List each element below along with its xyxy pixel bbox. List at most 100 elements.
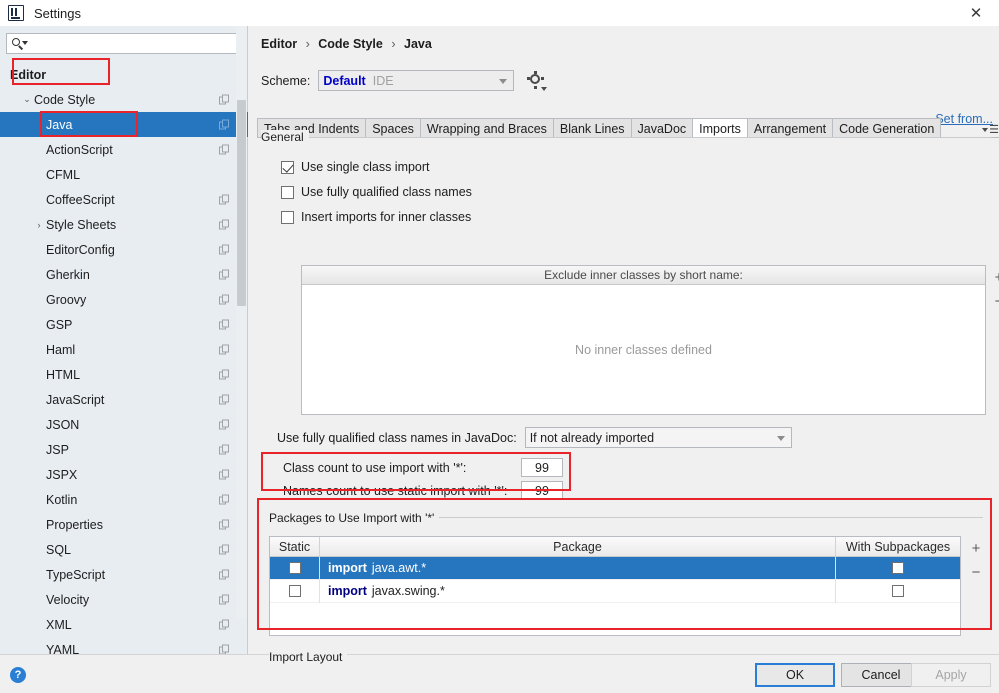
static-checkbox[interactable] (288, 562, 301, 574)
copy-icon[interactable] (219, 344, 230, 355)
sidebar-item-coffeescript[interactable]: CoffeeScript (0, 187, 248, 212)
remove-exclude-button[interactable]: − (988, 289, 999, 313)
copy-icon[interactable] (219, 469, 230, 480)
copy-icon[interactable] (219, 244, 230, 255)
sidebar-scrollbar[interactable] (236, 26, 247, 618)
sidebar-item-sql[interactable]: SQL (0, 537, 248, 562)
tab-imports[interactable]: Imports (692, 118, 748, 138)
scheme-dropdown[interactable]: Default IDE (318, 70, 515, 91)
copy-icon[interactable] (219, 294, 230, 305)
chevron-down-icon[interactable]: ⌄ (20, 94, 34, 105)
checkbox-box[interactable] (281, 210, 294, 224)
copy-icon[interactable] (219, 444, 230, 455)
sidebar-item-xml[interactable]: XML (0, 612, 248, 637)
tab-spaces[interactable]: Spaces (365, 118, 421, 138)
checkbox-use-single-class-import[interactable]: Use single class import (281, 160, 430, 174)
table-row[interactable]: import java.awt.* (270, 556, 960, 580)
static-checkbox-cell[interactable] (270, 579, 320, 603)
column-header-static[interactable]: Static (270, 537, 320, 556)
sidebar-item-gherkin[interactable]: Gherkin (0, 262, 248, 287)
ok-button[interactable]: OK (755, 663, 835, 687)
gear-icon[interactable] (526, 71, 548, 91)
sidebar-item-kotlin[interactable]: Kotlin (0, 487, 248, 512)
copy-icon[interactable] (219, 144, 230, 155)
sidebar-item-javascript[interactable]: JavaScript (0, 387, 248, 412)
breadcrumb-editor[interactable]: Editor (261, 37, 297, 51)
sidebar-item-java[interactable]: Java (0, 112, 248, 137)
static-checkbox[interactable] (288, 585, 301, 597)
package-cell[interactable]: import java.awt.* (320, 556, 836, 580)
sidebar-item-haml[interactable]: Haml (0, 337, 248, 362)
breadcrumb-code-style[interactable]: Code Style (318, 37, 383, 51)
sidebar-item-code-style[interactable]: ⌄ Code Style (0, 87, 248, 112)
breadcrumb-java[interactable]: Java (404, 37, 432, 51)
copy-icon[interactable] (219, 219, 230, 230)
tab-code-generation[interactable]: Code Generation (832, 118, 942, 138)
copy-icon[interactable] (219, 94, 230, 105)
copy-icon[interactable] (219, 619, 230, 630)
column-header-with-subpackages[interactable]: With Subpackages (836, 537, 960, 556)
checkbox-insert-imports-for-inner-classes[interactable]: Insert imports for inner classes (281, 210, 471, 224)
import-count-group: Class count to use import with '*': 99 N… (277, 456, 592, 500)
copy-icon[interactable] (219, 644, 230, 654)
checkbox-box[interactable] (281, 185, 294, 199)
packages-table[interactable]: Static Package With Subpackages import ja… (269, 536, 961, 636)
copy-icon[interactable] (219, 419, 230, 430)
sidebar-item-jspx[interactable]: JSPX (0, 462, 248, 487)
package-cell[interactable]: import javax.swing.* (320, 579, 836, 603)
chevron-right-icon[interactable]: › (32, 220, 46, 230)
copy-icon[interactable] (219, 494, 230, 505)
checkbox-box[interactable] (281, 160, 294, 174)
search-input[interactable] (31, 35, 241, 52)
static-checkbox-cell[interactable] (270, 556, 320, 580)
sidebar-item-json[interactable]: JSON (0, 412, 248, 437)
sidebar-item-yaml[interactable]: YAML (0, 637, 248, 654)
close-icon[interactable]: ✕ (953, 0, 999, 26)
with-subpackages-checkbox[interactable] (892, 562, 904, 574)
sidebar-item-properties[interactable]: Properties (0, 512, 248, 537)
sidebar-item-gsp[interactable]: GSP (0, 312, 248, 337)
copy-icon[interactable] (219, 594, 230, 605)
tab-arrangement[interactable]: Arrangement (746, 118, 834, 138)
tab-javadoc[interactable]: JavaDoc (630, 118, 694, 138)
copy-icon[interactable] (219, 369, 230, 380)
sidebar-item-velocity[interactable]: Velocity (0, 587, 248, 612)
sidebar-item-cfml[interactable]: CFML (0, 162, 248, 187)
with-subpackages-checkbox-cell[interactable] (836, 557, 960, 580)
tab-wrapping-and-braces[interactable]: Wrapping and Braces (419, 118, 554, 138)
cancel-button[interactable]: Cancel (841, 663, 921, 687)
sidebar-item-actionscript[interactable]: ActionScript (0, 137, 248, 162)
sidebar-item-jsp[interactable]: JSP (0, 437, 248, 462)
tab-blank-lines[interactable]: Blank Lines (552, 118, 632, 138)
sidebar-item-style-sheets[interactable]: › Style Sheets (0, 212, 248, 237)
with-subpackages-checkbox[interactable] (892, 585, 904, 597)
javadoc-dropdown[interactable]: If not already imported (524, 427, 792, 448)
sidebar-item-editor[interactable]: Editor (0, 62, 248, 87)
help-icon[interactable]: ? (10, 667, 26, 683)
sidebar-item-editorconfig[interactable]: EditorConfig (0, 237, 248, 262)
checkbox-use-fully-qualified-class-names[interactable]: Use fully qualified class names (281, 185, 472, 199)
with-subpackages-checkbox-cell[interactable] (836, 580, 960, 603)
sidebar-scrollbar-thumb[interactable] (237, 100, 246, 306)
add-package-button[interactable]: + (965, 536, 987, 560)
copy-icon[interactable] (219, 194, 230, 205)
copy-icon[interactable] (219, 519, 230, 530)
copy-icon[interactable] (219, 269, 230, 280)
copy-icon[interactable] (219, 319, 230, 330)
copy-icon[interactable] (219, 394, 230, 405)
search-box[interactable] (6, 33, 242, 54)
remove-package-button[interactable]: − (965, 560, 987, 584)
sidebar-item-groovy[interactable]: Groovy (0, 287, 248, 312)
tab-overflow-button[interactable]: ☰ (982, 123, 999, 138)
names-count-input[interactable]: 99 (521, 481, 563, 500)
class-count-input[interactable]: 99 (521, 458, 563, 477)
copy-icon[interactable] (219, 119, 230, 130)
copy-icon[interactable] (219, 544, 230, 555)
column-header-package[interactable]: Package (320, 537, 836, 556)
sidebar-item-html[interactable]: HTML (0, 362, 248, 387)
add-exclude-button[interactable]: + (988, 265, 999, 289)
copy-icon[interactable] (219, 569, 230, 580)
exclude-inner-classes-panel[interactable]: Exclude inner classes by short name: No … (301, 265, 986, 415)
table-row[interactable]: import javax.swing.* (270, 579, 960, 603)
sidebar-item-typescript[interactable]: TypeScript (0, 562, 248, 587)
